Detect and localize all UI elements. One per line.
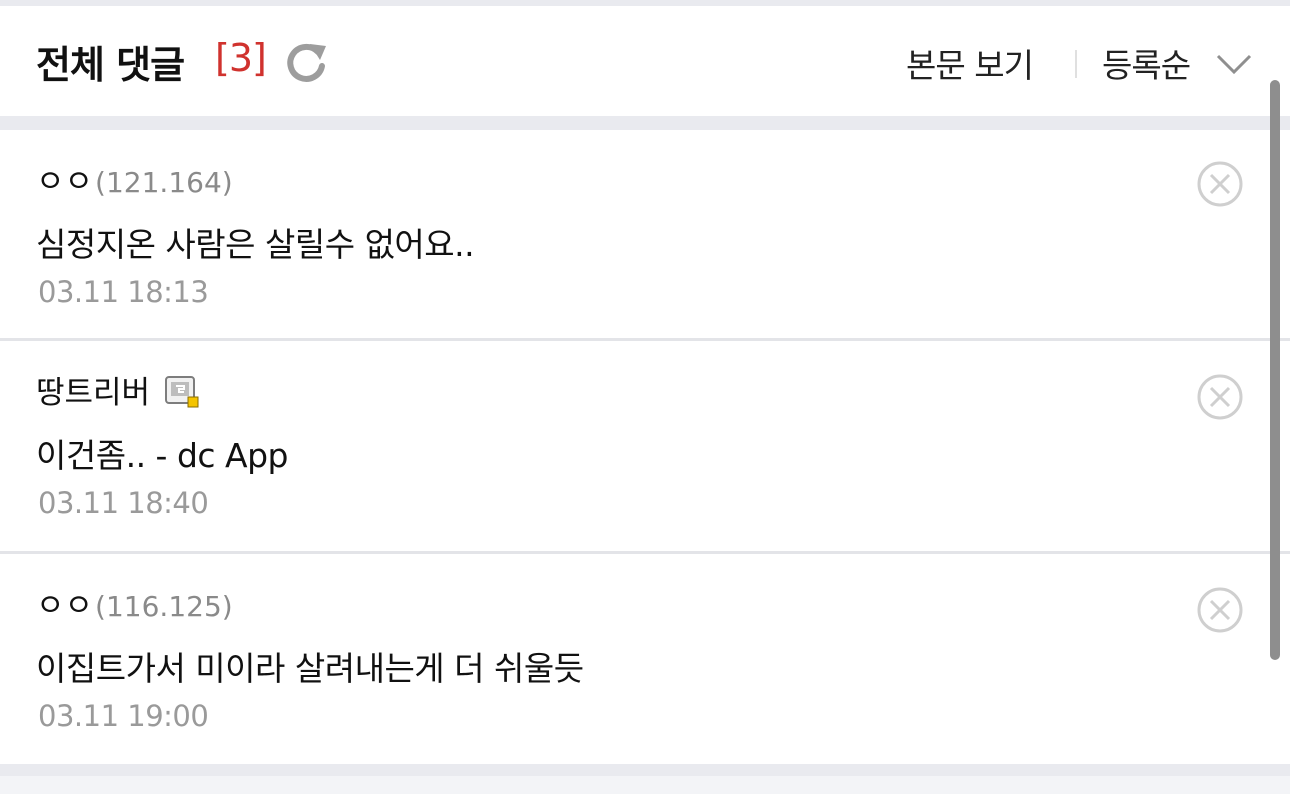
author-nickname: 땅트리버 bbox=[36, 375, 151, 411]
section-gap bbox=[0, 116, 1290, 130]
refresh-icon[interactable] bbox=[284, 40, 328, 84]
comment-section-title: 전체 댓글 bbox=[36, 43, 185, 87]
comment-count: [3] bbox=[215, 36, 267, 80]
comment-text: 이건좀.. - dc App bbox=[36, 436, 289, 475]
author-nickname: ㅇㅇ bbox=[36, 588, 94, 624]
chevron-down-icon[interactable] bbox=[1214, 50, 1254, 78]
bottom-strip bbox=[0, 776, 1290, 794]
comment-author[interactable]: 땅트리버 bbox=[36, 367, 200, 413]
comment-author[interactable]: ㅇㅇ(121.164) bbox=[36, 156, 233, 201]
delete-circle-x-icon[interactable] bbox=[1196, 586, 1244, 634]
comment-date: 03.11 19:00 bbox=[38, 699, 209, 733]
scrollbar[interactable] bbox=[1270, 80, 1280, 660]
sort-select[interactable]: 등록순 bbox=[1102, 39, 1191, 87]
author-ip: (121.164) bbox=[95, 166, 233, 199]
comment-item: 땅트리버 이건좀.. - dc App 03.11 18:40 bbox=[0, 341, 1290, 551]
delete-circle-x-icon[interactable] bbox=[1196, 160, 1244, 208]
comment-item: ㅇㅇ(121.164) 심정지온 사람은 살릴수 없어요.. 03.11 18:… bbox=[0, 130, 1290, 338]
comment-date: 03.11 18:13 bbox=[38, 275, 209, 309]
comment-text: 심정지온 사람은 살릴수 없어요.. bbox=[36, 225, 475, 264]
view-body-button[interactable]: 본문 보기 bbox=[906, 39, 1034, 87]
author-ip: (116.125) bbox=[95, 590, 233, 623]
header-divider bbox=[1075, 50, 1077, 78]
comment-author[interactable]: ㅇㅇ(116.125) bbox=[36, 580, 233, 625]
gallog-user-icon[interactable] bbox=[164, 374, 200, 410]
comment-item: ㅇㅇ(116.125) 이집트가서 미이라 살려내는게 더 쉬울듯 03.11 … bbox=[0, 554, 1290, 764]
comment-date: 03.11 18:40 bbox=[38, 486, 209, 520]
delete-circle-x-icon[interactable] bbox=[1196, 373, 1244, 421]
comment-header: 전체 댓글 [3] 본문 보기 등록순 bbox=[0, 6, 1290, 116]
comment-text: 이집트가서 미이라 살려내는게 더 쉬울듯 bbox=[36, 649, 584, 688]
author-nickname: ㅇㅇ bbox=[36, 164, 94, 200]
